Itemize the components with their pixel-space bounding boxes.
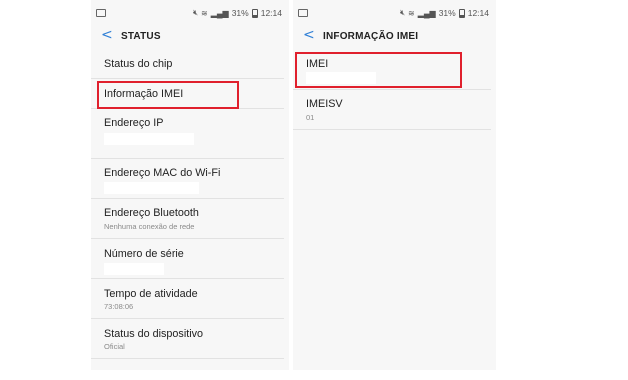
- highlight-imei: [295, 52, 462, 88]
- list-item-label: Número de série: [104, 248, 184, 260]
- redacted-value: [104, 133, 194, 145]
- list-item-wifi-mac[interactable]: Endereço MAC do Wi-Fi: [91, 159, 284, 199]
- list-item-uptime[interactable]: Tempo de atividade 73:08:06: [91, 279, 284, 319]
- redacted-value: [104, 263, 164, 275]
- battery-percent: 31%: [231, 8, 249, 18]
- gallery-notification-icon: [298, 9, 308, 17]
- list-item-status-chip[interactable]: Status do chip: [91, 50, 284, 79]
- highlight-imei-info: [97, 81, 239, 109]
- mute-icon: 🔇︎: [399, 8, 406, 17]
- list-item-device-status[interactable]: Status do dispositivo Oficial: [91, 319, 284, 359]
- list-item-subtitle: Oficial: [104, 342, 125, 351]
- status-screen: 🔇︎ ≋ ▂▄▆ 31% 12:14 < STATUS Status do ch…: [91, 0, 289, 370]
- signal-icon: ▂▄▆: [417, 8, 436, 18]
- clock: 12:14: [467, 8, 489, 18]
- list-item-subtitle: 01: [306, 113, 315, 122]
- wifi-icon: ≋: [408, 8, 415, 18]
- list-item-label: Endereço MAC do Wi-Fi: [104, 167, 221, 179]
- app-bar: < STATUS: [91, 22, 289, 50]
- wifi-icon: ≋: [201, 8, 208, 18]
- list-item-label: Endereço Bluetooth: [104, 207, 199, 219]
- list-item-imeisv[interactable]: IMEISV 01: [293, 90, 491, 130]
- clock: 12:14: [260, 8, 282, 18]
- mute-icon: 🔇︎: [192, 8, 199, 17]
- battery-icon: [251, 8, 258, 18]
- gallery-notification-icon: [96, 9, 106, 17]
- list-item-subtitle: 73:08:06: [104, 302, 134, 311]
- list-item-serial-number[interactable]: Número de série: [91, 239, 284, 279]
- battery-percent: 31%: [438, 8, 456, 18]
- list-item-label: Tempo de atividade: [104, 288, 198, 300]
- page-title: STATUS: [121, 31, 161, 42]
- battery-icon: [458, 8, 465, 18]
- list-item-label: IMEISV: [306, 98, 343, 110]
- list-item-label: Status do chip: [104, 58, 173, 70]
- status-bar: 🔇︎ ≋ ▂▄▆ 31% 12:14: [293, 8, 496, 20]
- redacted-value: [104, 182, 199, 194]
- list-item-label: Endereço IP: [104, 117, 164, 129]
- list-item-ip-address[interactable]: Endereço IP: [91, 109, 284, 159]
- signal-icon: ▂▄▆: [210, 8, 229, 18]
- back-icon[interactable]: <: [101, 28, 113, 42]
- back-icon[interactable]: <: [303, 28, 315, 42]
- list-item-label: Status do dispositivo: [104, 328, 204, 340]
- app-bar: < INFORMAÇÃO IMEI: [293, 22, 496, 50]
- list-item-subtitle: Nenhuma conexão de rede: [104, 222, 195, 231]
- list-item-bluetooth-address[interactable]: Endereço Bluetooth Nenhuma conexão de re…: [91, 199, 284, 239]
- status-bar: 🔇︎ ≋ ▂▄▆ 31% 12:14: [91, 8, 289, 20]
- page-title: INFORMAÇÃO IMEI: [323, 31, 419, 42]
